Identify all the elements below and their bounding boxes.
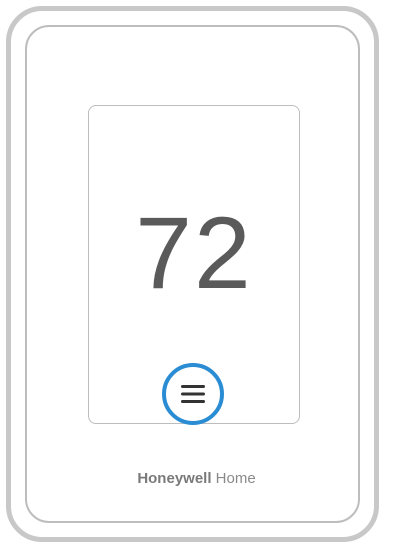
- hamburger-menu-icon: [181, 385, 205, 403]
- brand-logo: Honeywell Home: [0, 470, 393, 487]
- temperature-display: 72: [135, 196, 253, 310]
- brand-name-bold: Honeywell: [137, 470, 212, 487]
- thermostat-screen: 72: [88, 105, 300, 425]
- brand-name-light: Home: [211, 470, 256, 487]
- menu-button[interactable]: [162, 363, 224, 425]
